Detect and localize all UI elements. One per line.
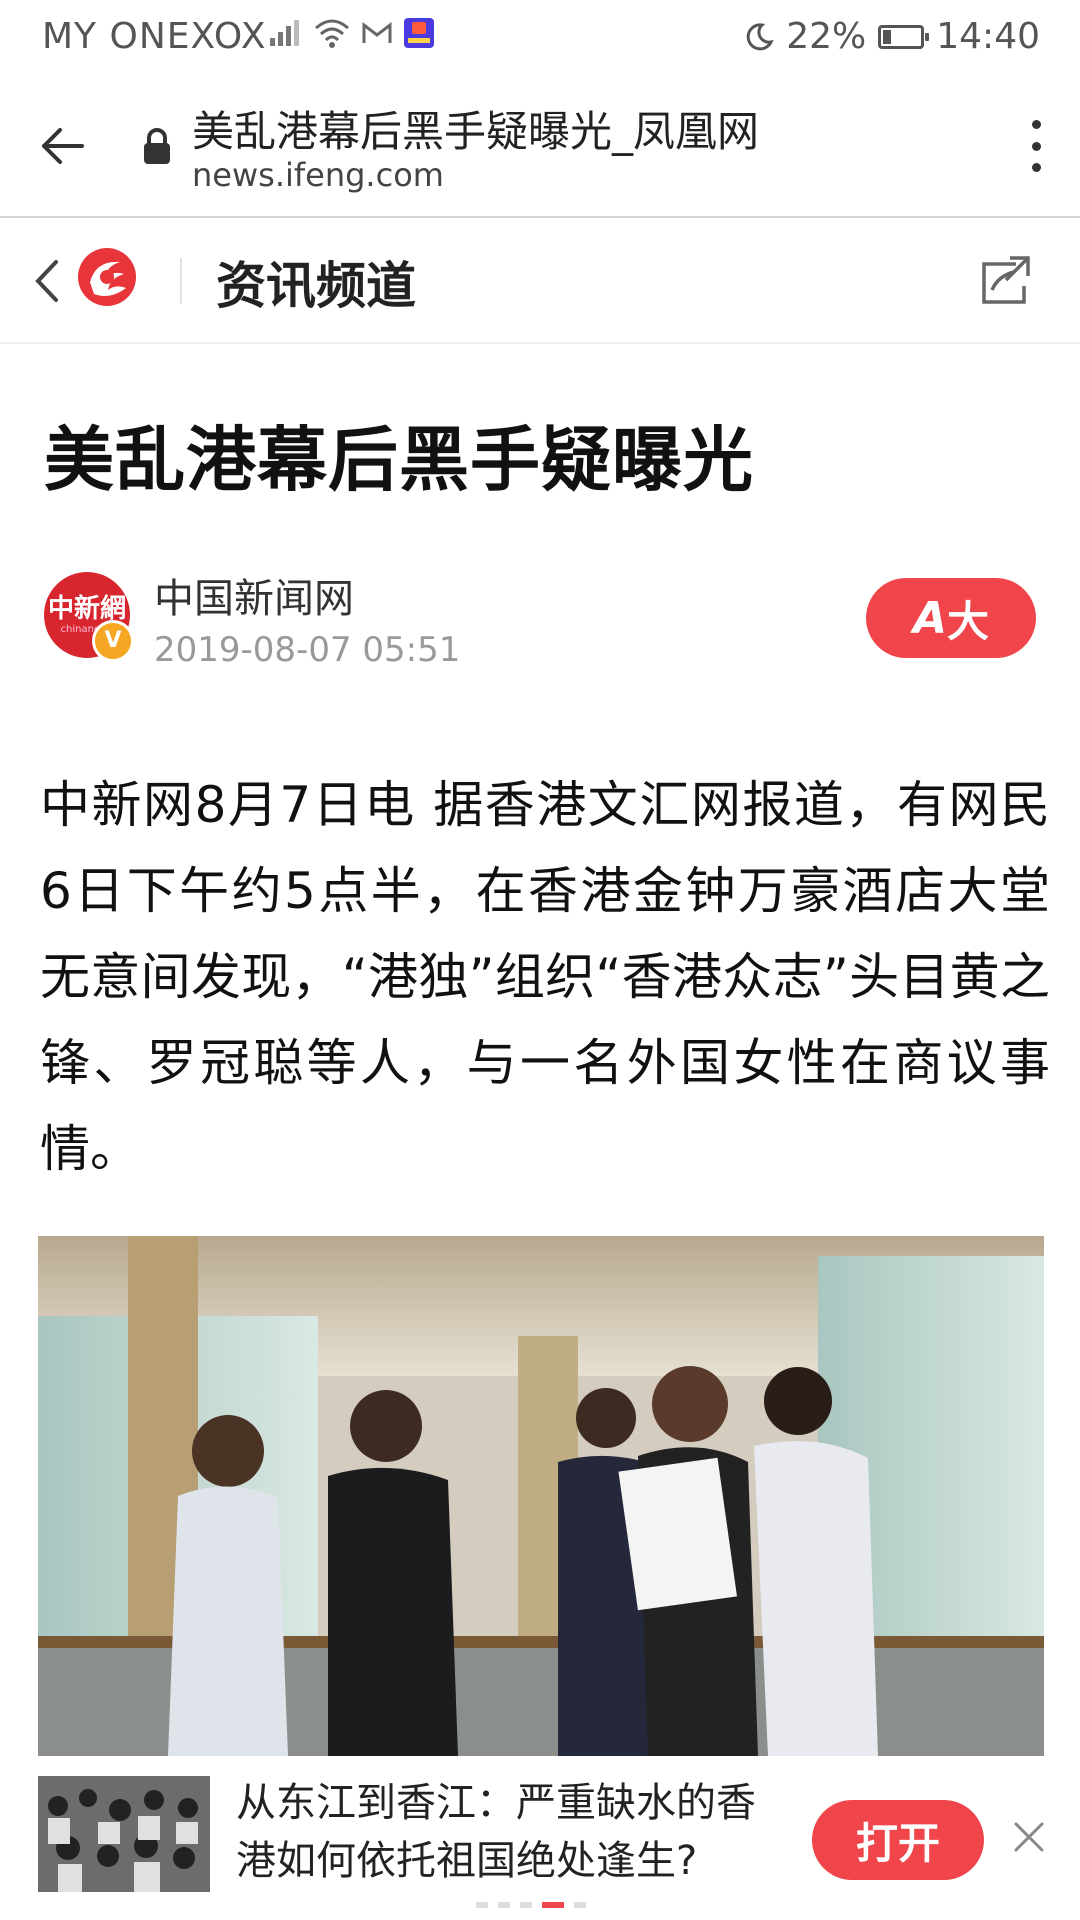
clock: 14:40 <box>936 16 1040 57</box>
chevron-left-icon[interactable] <box>28 256 68 306</box>
source-avatar[interactable]: 中新網 chinanews V <box>44 572 134 662</box>
font-size-icon: A <box>912 592 947 644</box>
channel-header: 资讯频道 <box>0 218 1080 344</box>
channel-title: 资讯频道 <box>216 257 416 315</box>
wifi-icon <box>315 19 349 48</box>
carrier-name: MY ONEXOX <box>42 16 267 57</box>
ifeng-logo-icon[interactable] <box>76 246 138 308</box>
promo-headline[interactable]: 从东江到香江：严重缺水的香港如何依托祖国绝处逢生? <box>236 1774 776 1890</box>
close-icon[interactable] <box>1012 1820 1046 1854</box>
status-right: 22% 14:40 <box>744 16 1040 57</box>
verified-badge-icon: V <box>92 620 134 662</box>
source-name[interactable]: 中国新闻网 <box>154 566 354 624</box>
publish-date: 2019-08-07 05:51 <box>154 630 461 670</box>
divider <box>180 258 182 304</box>
share-icon[interactable] <box>976 250 1036 310</box>
battery-icon <box>878 24 930 49</box>
promo-banner[interactable]: 从东江到香江：严重缺水的香港如何依托祖国绝处逢生? 打开 <box>0 1756 1080 1920</box>
gmail-icon <box>362 21 392 43</box>
carousel-indicator <box>476 1902 586 1908</box>
promo-thumbnail[interactable] <box>38 1776 210 1892</box>
page-title[interactable]: 美乱港幕后黑手疑曝光_凤凰网 <box>192 98 759 159</box>
page-domain[interactable]: news.ifeng.com <box>192 156 444 194</box>
article-photo[interactable] <box>38 1236 1044 1756</box>
status-bar: MY ONEXOX 22% 14:40 <box>0 0 1080 76</box>
signal-icon <box>270 20 299 46</box>
article-headline: 美乱港幕后黑手疑曝光 <box>44 419 754 501</box>
battery-percent: 22% <box>786 16 867 57</box>
status-icons <box>268 18 434 48</box>
font-size-button[interactable]: A 大 <box>866 578 1036 658</box>
browser-url-bar: 美乱港幕后黑手疑曝光_凤凰网 news.ifeng.com <box>0 76 1080 218</box>
lock-icon <box>144 128 170 164</box>
lazada-app-icon <box>404 18 434 48</box>
article-photo-image <box>38 1236 1044 1756</box>
font-size-label: 大 <box>947 596 990 646</box>
article-body: 中新网8月7日电 据香港文汇网报道，有网民6日下午约5点半，在香港金钟万豪酒店大… <box>40 776 1050 1178</box>
back-arrow-icon[interactable] <box>36 120 88 172</box>
moon-icon <box>746 22 774 50</box>
more-options-icon[interactable] <box>1026 120 1046 172</box>
open-app-button[interactable]: 打开 <box>812 1800 984 1880</box>
